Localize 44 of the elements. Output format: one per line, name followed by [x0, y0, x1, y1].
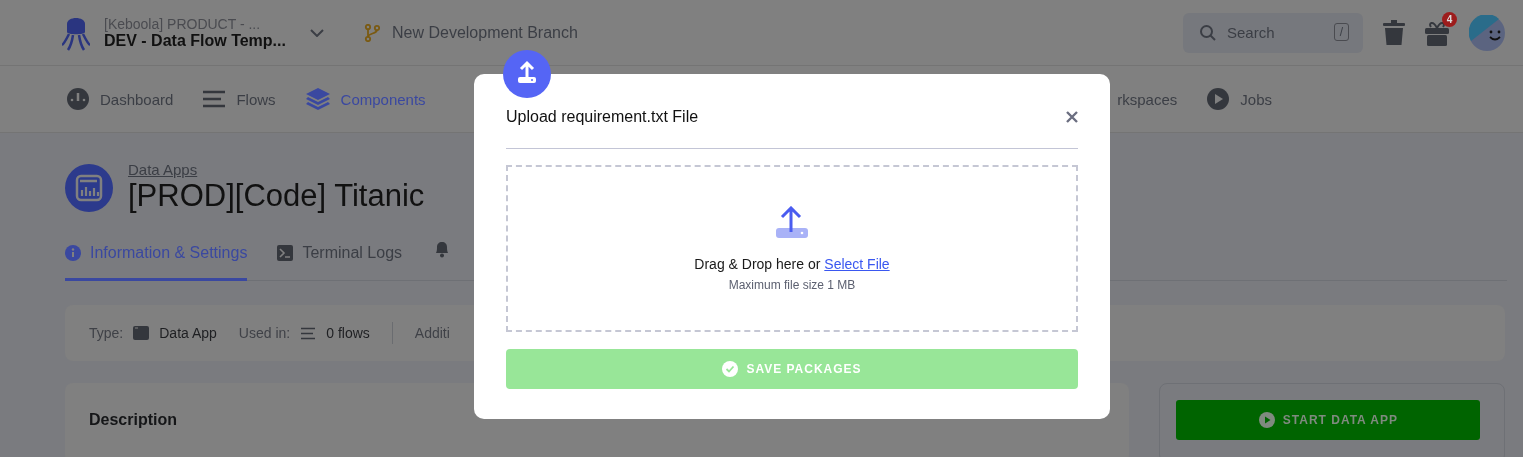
- project-name: DEV - Data Flow Temp...: [104, 31, 287, 50]
- notification-badge: 4: [1442, 11, 1457, 27]
- nav-item[interactable]: Dashboard: [100, 90, 174, 108]
- branch-icon: [364, 23, 380, 42]
- lines-icon: [203, 90, 226, 108]
- start-data-app-button[interactable]: START DATA APP: [1176, 400, 1481, 440]
- gauge-icon: [67, 88, 89, 110]
- flow-count: 0 flows: [326, 325, 370, 341]
- nav-item[interactable]: Flows: [236, 90, 276, 108]
- page-title: [PROD][Code] Titanic: [128, 178, 425, 214]
- file-size-hint: Maximum file size 1 MB: [728, 277, 856, 292]
- nav-item[interactable]: Components: [340, 90, 426, 108]
- nav-item[interactable]: rkspaces: [1117, 90, 1178, 108]
- info-icon: [65, 245, 81, 261]
- upload-icon: [775, 205, 809, 240]
- avatar[interactable]: [1469, 14, 1505, 51]
- tab[interactable]: Information & Settings: [65, 244, 248, 281]
- window-icon: [133, 326, 150, 340]
- play-icon: [1258, 412, 1275, 428]
- shortcut-key: /: [1333, 22, 1349, 41]
- drop-zone[interactable]: Drag & Drop here or Select File Maximum file size 1 MB: [506, 165, 1078, 332]
- additional-label: Additi: [414, 325, 450, 341]
- close-icon[interactable]: [1066, 111, 1078, 123]
- gift-icon[interactable]: [1425, 19, 1449, 46]
- lines-icon: [300, 326, 317, 340]
- type-label: Type:: [89, 325, 124, 341]
- tab[interactable]: Terminal Logs: [277, 244, 403, 281]
- branch-name[interactable]: New Development Branch: [392, 23, 578, 42]
- breadcrumb-link[interactable]: Data Apps: [128, 161, 425, 178]
- search-icon: [1199, 23, 1217, 42]
- used-in-label: Used in:: [238, 325, 291, 341]
- nav-item[interactable]: Jobs: [1240, 90, 1272, 108]
- type-value: Data App: [159, 325, 217, 341]
- chart-app-icon: [65, 163, 113, 212]
- check-circle-icon: [722, 361, 739, 377]
- play-icon: [1207, 88, 1230, 110]
- chevron-down-icon[interactable]: [310, 28, 324, 37]
- select-file-link[interactable]: Select File: [824, 255, 890, 272]
- trash-icon[interactable]: [1383, 19, 1405, 46]
- drop-instructions: Drag & Drop here or Select File: [694, 255, 890, 272]
- description-heading: Description: [89, 411, 178, 429]
- layers-icon: [305, 88, 330, 110]
- dialog-title: Upload requirement.txt File: [506, 108, 699, 126]
- terminal-icon: [277, 245, 294, 261]
